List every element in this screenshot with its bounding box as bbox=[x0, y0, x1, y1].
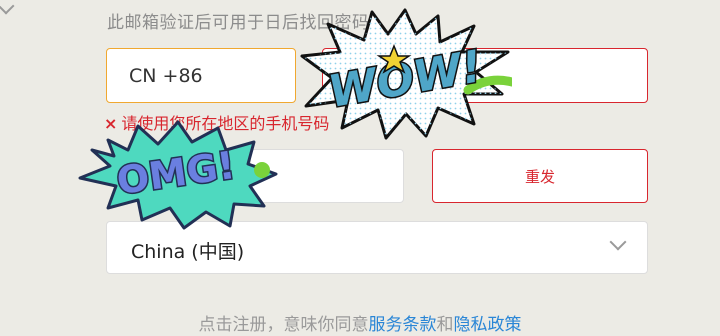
region-value: China (中国) bbox=[131, 241, 245, 263]
terms-notice: 点击注册，意味你同意服务条款和隐私政策 bbox=[0, 310, 720, 335]
resend-button[interactable]: 重发 bbox=[432, 149, 648, 203]
terms-middle: 和 bbox=[436, 315, 454, 335]
chevron-down-icon bbox=[609, 233, 627, 251]
privacy-policy-link[interactable]: 隐私政策 bbox=[454, 315, 522, 335]
country-code-value: CN +86 bbox=[129, 65, 203, 87]
terms-prefix: 点击注册，意味你同意 bbox=[198, 315, 369, 335]
country-code-select[interactable]: CN +86 bbox=[106, 48, 296, 103]
omg-sticker: OMG! bbox=[78, 120, 278, 230]
terms-of-service-link[interactable]: 服务条款 bbox=[369, 315, 437, 335]
wow-sticker: WOW! bbox=[300, 8, 512, 140]
registration-form: 此邮箱验证后可用于日后找回密码。 CN +86 × 请使用您所在地区的手机号码 重… bbox=[0, 0, 720, 336]
chevron-down-icon bbox=[0, 0, 15, 15]
